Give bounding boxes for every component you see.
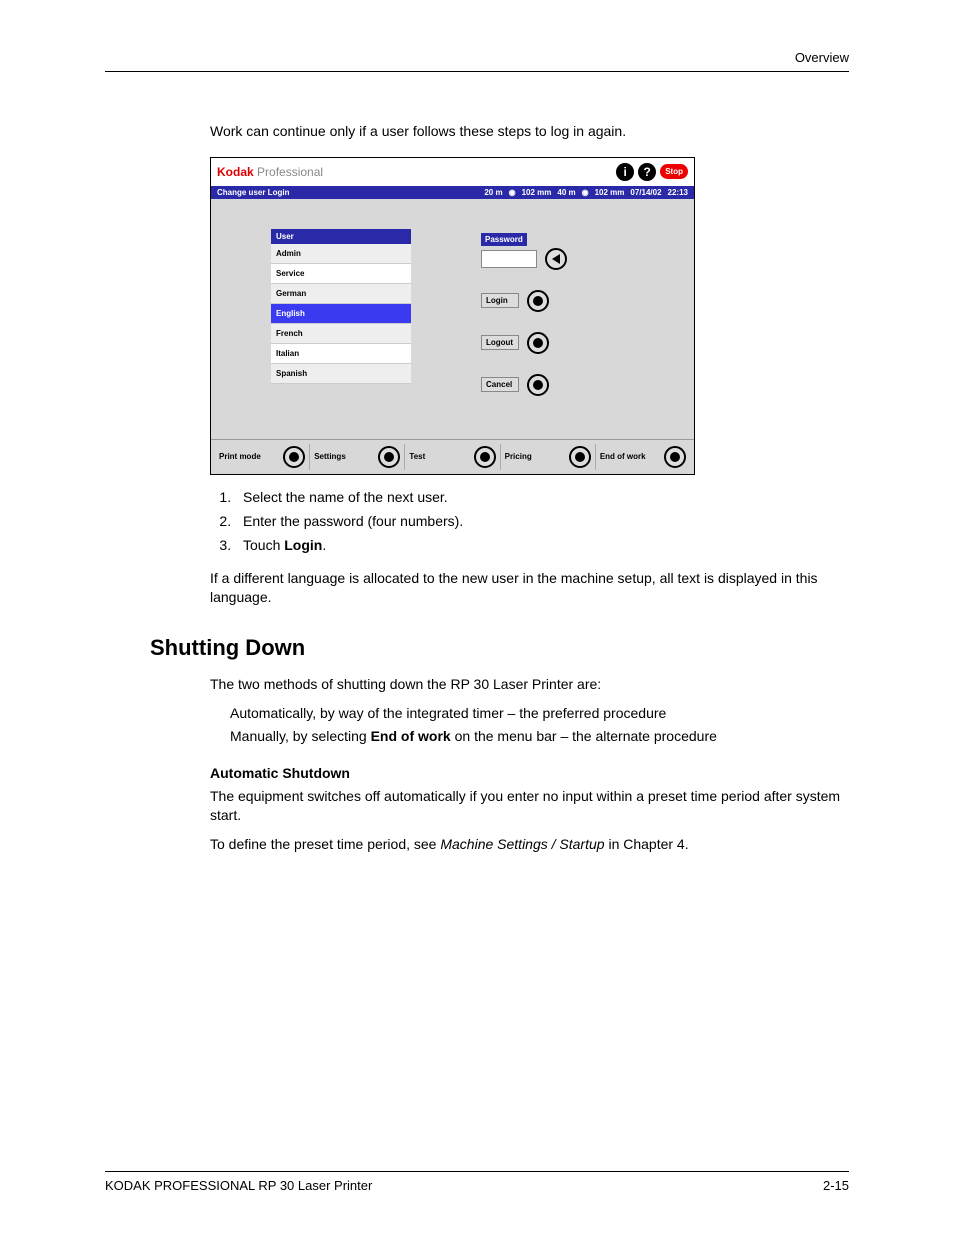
knob-icon xyxy=(283,446,305,468)
knob-icon xyxy=(378,446,400,468)
step-3: Touch Login. xyxy=(235,537,849,553)
user-row-selected[interactable]: English xyxy=(271,304,411,324)
brand: Kodak Professional xyxy=(217,165,323,179)
help-icon[interactable]: ? xyxy=(638,163,656,181)
roll-icon: ◉ xyxy=(582,188,589,197)
user-row[interactable]: Admin xyxy=(271,244,411,264)
status-roll2-len: 40 m xyxy=(557,188,575,197)
knob-icon xyxy=(664,446,686,468)
footer-page: 2-15 xyxy=(823,1178,849,1193)
tab-pricing[interactable]: Pricing xyxy=(501,444,596,470)
logout-knob-icon[interactable] xyxy=(527,332,549,354)
intro-text: Work can continue only if a user follows… xyxy=(210,122,849,141)
page-header-right: Overview xyxy=(105,50,849,72)
auto-shutdown-body: The equipment switches off automatically… xyxy=(210,787,849,825)
step-2: Enter the password (four numbers). xyxy=(235,513,849,529)
info-icon[interactable]: i xyxy=(616,163,634,181)
page-footer: KODAK PROFESSIONAL RP 30 Laser Printer 2… xyxy=(105,1171,849,1193)
knob-icon xyxy=(569,446,591,468)
roll-icon: ◉ xyxy=(509,188,516,197)
status-roll2-w: 102 mm xyxy=(595,188,625,197)
method-manual: Manually, by selecting End of work on th… xyxy=(230,727,849,747)
status-date: 07/14/02 xyxy=(630,188,661,197)
user-list: User Admin Service German English French… xyxy=(271,229,411,399)
section-shutting-down: Shutting Down xyxy=(150,635,849,661)
logout-button[interactable]: Logout xyxy=(481,335,519,350)
user-row[interactable]: Service xyxy=(271,264,411,284)
cancel-button[interactable]: Cancel xyxy=(481,377,519,392)
tab-end-of-work[interactable]: End of work xyxy=(596,444,690,470)
stop-button[interactable]: Stop xyxy=(660,164,688,179)
auto-shutdown-ref: To define the preset time period, see Ma… xyxy=(210,835,849,854)
user-row[interactable]: French xyxy=(271,324,411,344)
status-roll1-len: 20 m xyxy=(484,188,502,197)
login-screenshot: Kodak Professional i ? Stop Change user … xyxy=(210,157,695,475)
step-1: Select the name of the next user. xyxy=(235,489,849,505)
user-row[interactable]: Spanish xyxy=(271,364,411,384)
password-input[interactable] xyxy=(481,250,537,268)
knob-icon xyxy=(474,446,496,468)
method-auto: Automatically, by way of the integrated … xyxy=(230,704,849,724)
user-list-header: User xyxy=(271,229,411,244)
status-time: 22:13 xyxy=(668,188,688,197)
ss-tabbar: Print mode Settings Test Pricing End of … xyxy=(211,439,694,474)
tab-settings[interactable]: Settings xyxy=(310,444,405,470)
cancel-knob-icon[interactable] xyxy=(527,374,549,396)
footer-left: KODAK PROFESSIONAL RP 30 Laser Printer xyxy=(105,1178,372,1193)
steps-list: Select the name of the next user. Enter … xyxy=(235,489,849,553)
user-row[interactable]: German xyxy=(271,284,411,304)
ss-bar-title: Change user Login xyxy=(217,188,289,197)
login-button[interactable]: Login xyxy=(481,293,519,308)
user-row[interactable]: Italian xyxy=(271,344,411,364)
auto-shutdown-header: Automatic Shutdown xyxy=(210,765,849,781)
back-icon[interactable] xyxy=(545,248,567,270)
login-knob-icon[interactable] xyxy=(527,290,549,312)
tab-print-mode[interactable]: Print mode xyxy=(215,444,310,470)
brand-kodak: Kodak xyxy=(217,165,254,179)
password-label: Password xyxy=(481,233,527,246)
ss-titlebar: Kodak Professional i ? Stop xyxy=(211,158,694,186)
shutdown-intro: The two methods of shutting down the RP … xyxy=(210,675,849,694)
status-roll1-w: 102 mm xyxy=(522,188,552,197)
tab-test[interactable]: Test xyxy=(405,444,500,470)
ss-status-bar: Change user Login 20 m ◉ 102 mm 40 m ◉ 1… xyxy=(211,186,694,199)
language-note: If a different language is allocated to … xyxy=(210,569,849,607)
brand-professional: Professional xyxy=(254,165,323,179)
